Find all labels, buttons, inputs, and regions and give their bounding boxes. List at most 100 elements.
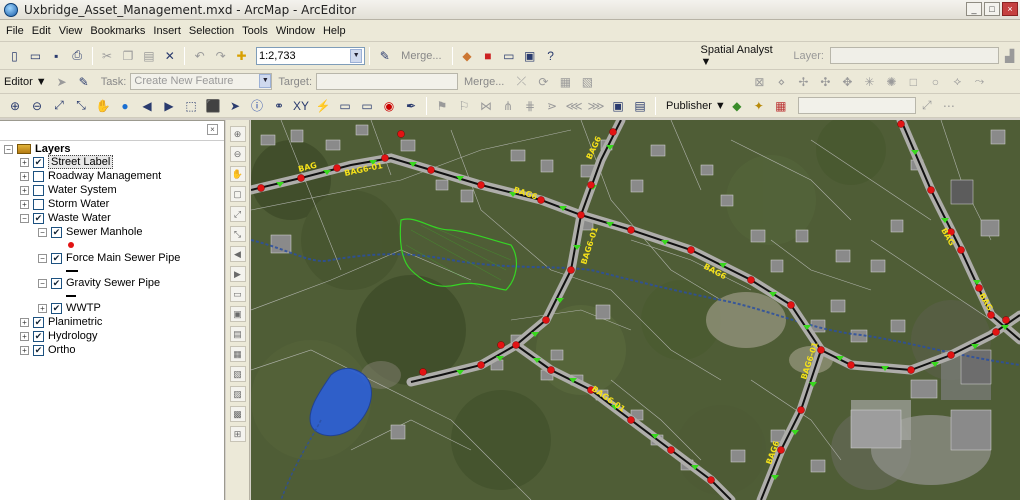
- histogram-icon[interactable]: ▟: [1001, 47, 1018, 65]
- cut-icon[interactable]: ✂: [99, 47, 116, 65]
- layout-options-icon[interactable]: ⊞: [229, 426, 246, 442]
- menu-edit[interactable]: Edit: [32, 25, 51, 37]
- layer-checkbox[interactable]: [33, 170, 44, 182]
- publisher-menu[interactable]: Publisher ▼: [666, 100, 726, 112]
- merge-button[interactable]: Merge...: [401, 50, 441, 62]
- trace-upstream-icon[interactable]: ⋔: [499, 97, 517, 115]
- more-tools-icon[interactable]: ⋯: [940, 97, 958, 115]
- sketch-properties-icon[interactable]: ▧: [578, 73, 596, 91]
- zoom-out-icon[interactable]: ⊖: [28, 97, 46, 115]
- menu-window[interactable]: Window: [276, 25, 315, 37]
- menu-selection[interactable]: Selection: [189, 25, 234, 37]
- zoom-in-icon[interactable]: ⊕: [6, 97, 24, 115]
- menu-view[interactable]: View: [59, 25, 83, 37]
- maximize-button[interactable]: □: [984, 2, 1000, 16]
- snap-icon[interactable]: ⋄: [772, 73, 790, 91]
- network-options-icon[interactable]: ⋙: [587, 97, 605, 115]
- zoom-100-icon[interactable]: ▣: [229, 306, 246, 322]
- identify-icon[interactable]: ⓘ: [248, 97, 266, 115]
- layer-checkbox[interactable]: ✔: [51, 252, 62, 264]
- toc-item-ortho[interactable]: + ✔ Ortho: [20, 343, 76, 357]
- copy-icon[interactable]: ❐: [120, 47, 137, 65]
- layer-checkbox[interactable]: ✔: [51, 226, 62, 238]
- fixed-zoom-in-icon[interactable]: ⤢: [50, 97, 68, 115]
- toggle-draft-icon[interactable]: ▤: [229, 326, 246, 342]
- editor-menu[interactable]: Editor ▼: [4, 76, 47, 88]
- zoom-whole-page-icon[interactable]: ▭: [229, 286, 246, 302]
- settings-icon[interactable]: ✦: [750, 97, 768, 115]
- menu-file[interactable]: File: [6, 25, 24, 37]
- trace-downstream-icon[interactable]: ⋕: [521, 97, 539, 115]
- find-binoculars-icon[interactable]: ⚭: [270, 97, 288, 115]
- toc-item-gravity-sewer[interactable]: − ✔ Gravity Sewer Pipe: [38, 276, 160, 290]
- layer-dropdown[interactable]: [829, 47, 1000, 64]
- smooth-icon[interactable]: ✺: [882, 73, 900, 91]
- expand-icon[interactable]: +: [20, 171, 29, 181]
- spatial-analyst-menu[interactable]: Spatial Analyst ▼: [701, 44, 782, 68]
- layer-checkbox[interactable]: ✔: [51, 277, 62, 289]
- save-icon[interactable]: ▪: [48, 47, 65, 65]
- new-document-icon[interactable]: ▯: [6, 47, 23, 65]
- vehicle-icon[interactable]: ▤: [631, 97, 649, 115]
- toc-item-water-system[interactable]: + Water System: [20, 183, 117, 197]
- split-tool-icon[interactable]: ⤫: [512, 73, 530, 91]
- layer-checkbox[interactable]: ✔: [33, 156, 44, 168]
- sketch-tool-icon[interactable]: ✎: [75, 73, 93, 91]
- layer-checkbox[interactable]: [33, 198, 44, 210]
- expand-icon[interactable]: +: [20, 157, 29, 167]
- red-circle-icon[interactable]: ◉: [380, 97, 398, 115]
- toolbox-red-icon[interactable]: ■: [479, 47, 496, 65]
- layer-checkbox[interactable]: ✔: [33, 330, 44, 342]
- publisher-dropdown[interactable]: [797, 97, 916, 114]
- toc-item-sewer-manhole[interactable]: − ✔ Sewer Manhole: [38, 225, 142, 239]
- redo-icon[interactable]: ↷: [212, 47, 229, 65]
- full-extent-globe-icon[interactable]: ●: [116, 97, 134, 115]
- arctoolbox-icon[interactable]: ◆: [459, 47, 476, 65]
- editor-toolbar-icon[interactable]: ✎: [376, 47, 393, 65]
- toc-item-storm-water[interactable]: + Storm Water: [20, 197, 109, 211]
- pushpin-icon[interactable]: ✒: [402, 97, 420, 115]
- toc-item-wwtp[interactable]: + ✔ WWTP: [38, 301, 101, 315]
- forward-arrow-icon[interactable]: ▶: [160, 97, 178, 115]
- go-to-xy-icon[interactable]: XY: [292, 97, 310, 115]
- chevron-down-icon[interactable]: ▼: [350, 48, 363, 63]
- rotate-tool-icon[interactable]: ⟳: [534, 73, 552, 91]
- trace-icon[interactable]: ⋈: [477, 97, 495, 115]
- change-layout-icon[interactable]: ▧: [229, 366, 246, 382]
- expand-icon[interactable]: +: [20, 345, 29, 355]
- menu-help[interactable]: Help: [323, 25, 346, 37]
- paste-icon[interactable]: ▤: [140, 47, 157, 65]
- zoom-control-icon[interactable]: ▩: [229, 406, 246, 422]
- undo-icon[interactable]: ↶: [191, 47, 208, 65]
- chevron-down-icon[interactable]: ▼: [259, 74, 272, 88]
- toc-item-hydrology[interactable]: + ✔ Hydrology: [20, 329, 98, 343]
- collapse-icon[interactable]: −: [4, 144, 13, 154]
- layer-checkbox[interactable]: ✔: [33, 316, 44, 328]
- select-features-icon[interactable]: ⬚: [182, 97, 200, 115]
- camera-icon[interactable]: ▣: [609, 97, 627, 115]
- reshape-icon[interactable]: ✥: [838, 73, 856, 91]
- collapse-icon[interactable]: −: [38, 278, 47, 288]
- model-builder-icon[interactable]: ▣: [521, 47, 538, 65]
- select-elements-arrow-icon[interactable]: ➤: [226, 97, 244, 115]
- command-line-icon[interactable]: ▭: [500, 47, 517, 65]
- square-icon[interactable]: □: [904, 73, 922, 91]
- close-button[interactable]: ×: [1002, 2, 1018, 16]
- task-dropdown[interactable]: Create New Feature ▼: [130, 73, 273, 90]
- map-display[interactable]: BAG BAG6-01 BAG6 BAG6-01 BAG6 BAG6 BAG6-…: [251, 120, 1020, 500]
- open-folder-icon[interactable]: ▭: [27, 47, 44, 65]
- solve-icon[interactable]: ⋘: [565, 97, 583, 115]
- close-icon[interactable]: ×: [207, 124, 218, 135]
- layout-full-extent-icon[interactable]: ▢: [229, 186, 246, 202]
- menu-insert[interactable]: Insert: [153, 25, 181, 37]
- menu-tools[interactable]: Tools: [242, 25, 268, 37]
- connect-icon[interactable]: ⟡: [948, 73, 966, 91]
- zoom-to-scale-icon[interactable]: ⤢: [918, 97, 936, 115]
- target-dropdown[interactable]: [316, 73, 459, 90]
- collapse-icon[interactable]: −: [38, 253, 47, 263]
- whats-this-icon[interactable]: ?: [542, 47, 559, 65]
- expand-icon[interactable]: +: [20, 331, 29, 341]
- collapse-icon[interactable]: −: [38, 227, 47, 237]
- add-data-icon[interactable]: ✚: [233, 47, 250, 65]
- layout-fixed-zoom-in-icon[interactable]: ⤢: [229, 206, 246, 222]
